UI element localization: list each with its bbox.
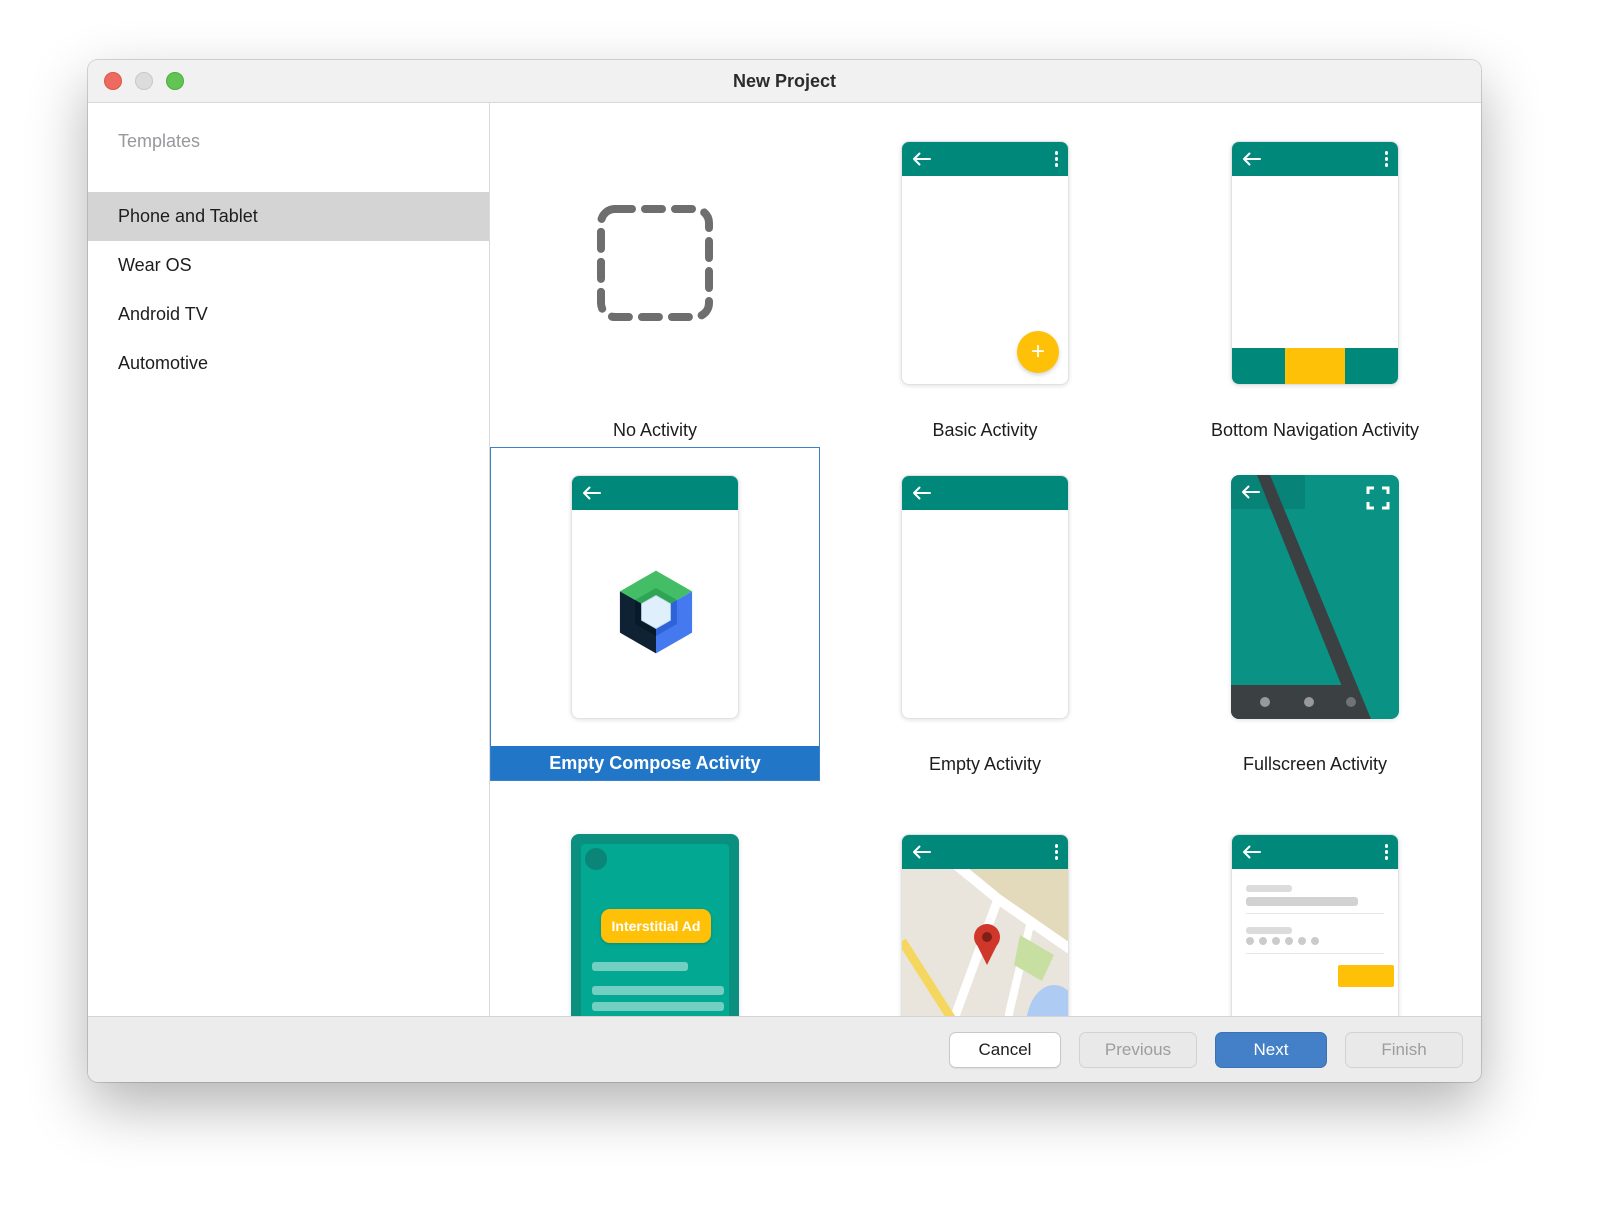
field-value-placeholder bbox=[1246, 897, 1358, 906]
phone-mockup bbox=[571, 475, 739, 719]
sidebar-header: Templates bbox=[88, 131, 489, 152]
jetpack-compose-logo bbox=[612, 568, 700, 656]
sidebar-item-automotive[interactable]: Automotive bbox=[88, 339, 489, 388]
tile-label: Basic Activity bbox=[820, 413, 1150, 447]
next-button[interactable]: Next bbox=[1215, 1032, 1327, 1068]
submit-button-placeholder bbox=[1338, 965, 1394, 987]
bottom-navigation-preview bbox=[1150, 113, 1480, 413]
previous-button[interactable]: Previous bbox=[1079, 1032, 1197, 1068]
finish-button[interactable]: Finish bbox=[1345, 1032, 1463, 1068]
titlebar: New Project bbox=[88, 60, 1481, 103]
tile-label: Empty Activity bbox=[820, 747, 1150, 781]
zoom-window-button[interactable] bbox=[166, 72, 184, 90]
overflow-menu-icon bbox=[1055, 844, 1059, 860]
template-gallery: No Activity bbox=[490, 103, 1481, 1016]
back-arrow-icon bbox=[1242, 845, 1262, 859]
dialog-body: Templates Phone and Tablet Wear OS Andro… bbox=[88, 103, 1481, 1016]
back-arrow-icon bbox=[1242, 152, 1262, 166]
overflow-menu-icon bbox=[1055, 151, 1059, 167]
template-tile-login-activity[interactable] bbox=[1150, 781, 1480, 1016]
template-tile-fullscreen-activity[interactable]: Fullscreen Activity bbox=[1150, 447, 1480, 781]
empty-activity-preview bbox=[820, 447, 1150, 747]
phone-mockup bbox=[1231, 834, 1399, 1016]
field-label-placeholder bbox=[1246, 927, 1292, 934]
new-project-dialog: New Project Templates Phone and Tablet W… bbox=[88, 60, 1481, 1082]
login-activity-preview bbox=[1150, 781, 1480, 1016]
dialog-footer: Cancel Previous Next Finish bbox=[88, 1016, 1481, 1082]
template-tile-no-activity[interactable]: No Activity bbox=[490, 113, 820, 447]
field-divider bbox=[1246, 913, 1384, 914]
template-tile-empty-activity[interactable]: Empty Activity bbox=[820, 447, 1150, 781]
phone-mockup bbox=[901, 475, 1069, 719]
minimize-window-button[interactable] bbox=[135, 72, 153, 90]
phone-mockup bbox=[1231, 141, 1399, 385]
fullscreen-activity-preview bbox=[1150, 447, 1480, 747]
dashed-square-icon bbox=[594, 202, 716, 324]
field-divider bbox=[1246, 953, 1384, 954]
fab-plus-icon: + bbox=[1017, 331, 1059, 373]
maps-activity-preview bbox=[820, 781, 1150, 1016]
ad-avatar-dot bbox=[585, 848, 607, 870]
template-grid: No Activity bbox=[490, 113, 1481, 1016]
template-tile-maps-activity[interactable] bbox=[820, 781, 1150, 1016]
templates-sidebar: Templates Phone and Tablet Wear OS Andro… bbox=[88, 103, 490, 1016]
login-form-mock bbox=[1232, 869, 1398, 1016]
close-window-button[interactable] bbox=[104, 72, 122, 90]
bottom-nav-bar bbox=[1232, 348, 1398, 384]
tile-label: Fullscreen Activity bbox=[1150, 747, 1480, 781]
back-arrow-icon bbox=[582, 486, 602, 500]
ad-text-line bbox=[592, 1002, 724, 1011]
overflow-menu-icon bbox=[1385, 844, 1389, 860]
appbar bbox=[902, 835, 1068, 869]
template-tile-ads-activity[interactable]: Interstitial Ad bbox=[490, 781, 820, 1016]
phone-mockup bbox=[901, 834, 1069, 1016]
template-tile-empty-compose-activity[interactable]: Empty Compose Activity bbox=[490, 447, 820, 781]
back-arrow-icon bbox=[912, 486, 932, 500]
field-label-placeholder bbox=[1246, 885, 1292, 892]
template-tile-bottom-navigation-activity[interactable]: Bottom Navigation Activity bbox=[1150, 113, 1480, 447]
back-arrow-icon bbox=[912, 845, 932, 859]
fullscreen-mockup-art bbox=[1231, 475, 1399, 719]
cancel-button[interactable]: Cancel bbox=[949, 1032, 1061, 1068]
sidebar-item-android-tv[interactable]: Android TV bbox=[88, 290, 489, 339]
ad-text-line bbox=[592, 962, 688, 971]
interstitial-ad-badge: Interstitial Ad bbox=[601, 909, 711, 943]
sidebar-item-phone-and-tablet[interactable]: Phone and Tablet bbox=[88, 192, 489, 241]
appbar bbox=[902, 142, 1068, 176]
overflow-menu-icon bbox=[1385, 151, 1389, 167]
sidebar-list: Phone and Tablet Wear OS Android TV Auto… bbox=[88, 192, 489, 388]
phone-mockup: + bbox=[901, 141, 1069, 385]
sidebar-item-wear-os[interactable]: Wear OS bbox=[88, 241, 489, 290]
ad-mockup: Interstitial Ad bbox=[571, 834, 739, 1016]
ad-text-line bbox=[592, 986, 724, 995]
appbar bbox=[572, 476, 738, 510]
window-title: New Project bbox=[733, 71, 836, 92]
ads-activity-preview: Interstitial Ad bbox=[490, 781, 820, 1016]
compose-activity-preview bbox=[491, 448, 819, 746]
appbar bbox=[1232, 835, 1398, 869]
no-activity-preview bbox=[490, 113, 820, 413]
template-tile-basic-activity[interactable]: + Basic Activity bbox=[820, 113, 1150, 447]
tile-label: No Activity bbox=[490, 413, 820, 447]
phone-mockup bbox=[1231, 475, 1399, 719]
map-art bbox=[902, 869, 1069, 1016]
window-controls bbox=[104, 60, 184, 102]
screen-background: New Project Templates Phone and Tablet W… bbox=[0, 0, 1600, 1205]
back-arrow-icon bbox=[912, 152, 932, 166]
tile-label-selected: Empty Compose Activity bbox=[491, 746, 819, 780]
password-dots bbox=[1246, 937, 1319, 945]
basic-activity-preview: + bbox=[820, 113, 1150, 413]
appbar bbox=[902, 476, 1068, 510]
tile-label: Bottom Navigation Activity bbox=[1150, 413, 1480, 447]
appbar bbox=[1232, 142, 1398, 176]
